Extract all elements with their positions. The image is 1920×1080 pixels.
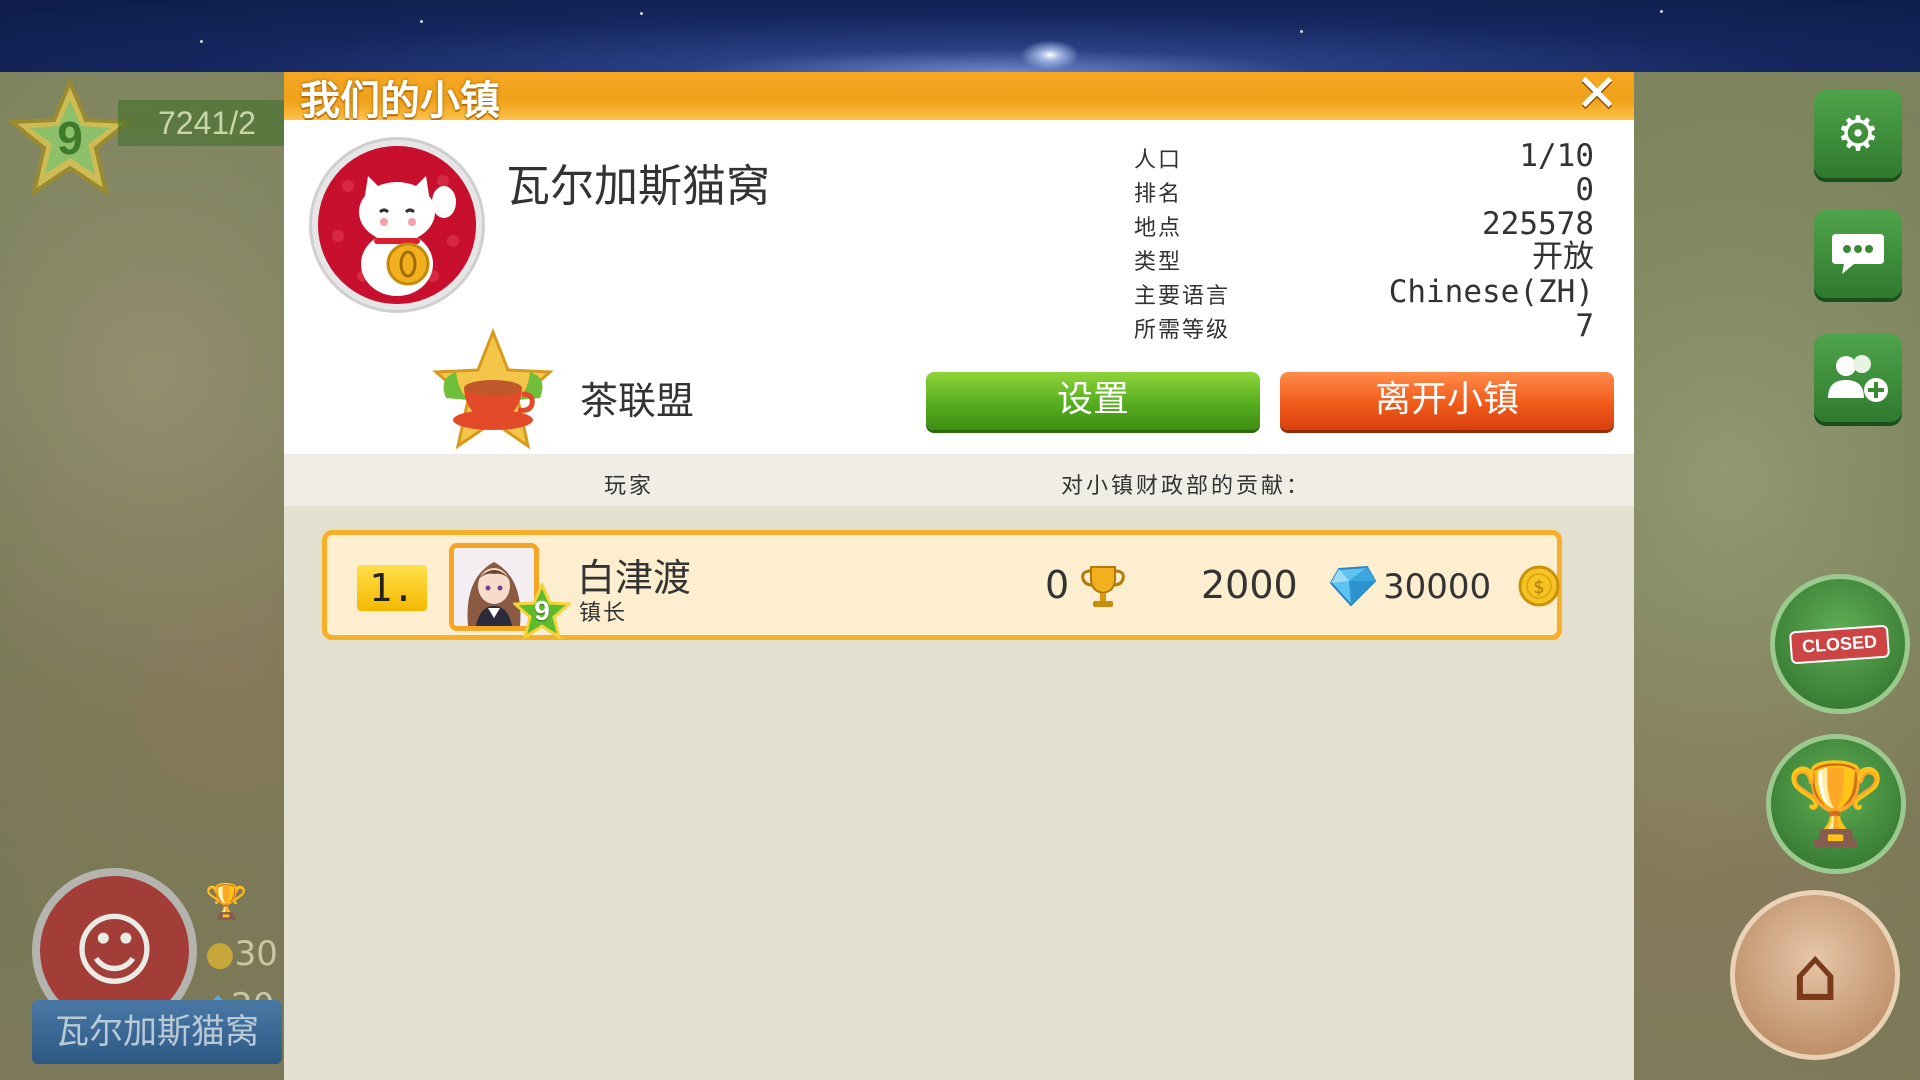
stat-row-type: 类型 开放 (1134, 239, 1604, 276)
town-stats-table: 人口 1/10 排名 0 地点 225578 类型 开放 主要语言 Chines… (1134, 138, 1604, 344)
league-badge (428, 327, 558, 458)
stat-value: 开放 (1532, 239, 1594, 275)
stat-row-population: 人口 1/10 (1134, 138, 1604, 174)
add-friend-icon (1828, 355, 1888, 402)
lucky-cat-icon (318, 146, 476, 304)
night-sky-banner (0, 0, 1920, 72)
member-trophies: 0 (1045, 563, 1070, 607)
stat-row-required-level: 所需等级 7 (1134, 308, 1604, 344)
player-level-badge[interactable]: 9 (8, 78, 132, 198)
member-role: 镇长 (579, 601, 628, 626)
closed-label: CLOSED (1789, 624, 1891, 664)
settings-button[interactable]: ⚙ (1814, 90, 1902, 178)
add-friend-button[interactable] (1814, 334, 1902, 422)
town-settings-button[interactable]: 设置 (926, 372, 1260, 430)
town-name: 瓦尔加斯猫窝 (506, 161, 770, 212)
stat-label: 主要语言 (1134, 284, 1231, 309)
leaderboard-button[interactable]: 🏆 (1766, 734, 1906, 874)
dialog-title: 我们的小镇 (300, 78, 500, 124)
trophy-icon (1081, 566, 1125, 607)
town-dialog: 我们的小镇 ✕ 瓦尔加斯猫窝 人口 1/10 排名 0 地点 225578 类型… (284, 68, 1634, 1080)
stat-label: 类型 (1134, 250, 1183, 275)
stat-value: 0 (1575, 172, 1594, 208)
chat-button[interactable] (1814, 210, 1902, 298)
stat-label: 地点 (1134, 216, 1183, 241)
member-row[interactable]: 1. 9 白津渡 镇长 0 2000 30000 $ (322, 530, 1562, 640)
column-player: 玩家 (604, 474, 655, 499)
coin-icon: $ (1518, 565, 1560, 607)
stat-value: 1/10 (1519, 138, 1594, 174)
stat-value: Chinese(ZH) (1388, 274, 1594, 310)
league-name: 茶联盟 (580, 379, 695, 423)
town-logo (312, 140, 482, 310)
player-level-value: 9 (57, 112, 83, 164)
members-column-header: 玩家 对小镇财政部的贡献： (284, 454, 1634, 506)
shop-building-icon: ⌂ (1791, 932, 1839, 1018)
member-level-badge: 9 (513, 583, 571, 639)
trophy-icon: 🏆 (205, 882, 248, 922)
chat-icon (1832, 234, 1884, 274)
xp-text: 7241/2 (158, 105, 256, 141)
stat-row-rank: 排名 0 (1134, 172, 1604, 208)
leave-town-button[interactable]: 离开小镇 (1280, 372, 1614, 430)
lucky-cat-icon: ☺ (72, 904, 157, 997)
stat-value: 7 (1575, 308, 1594, 344)
stat-label: 人口 (1134, 148, 1183, 173)
town-name-banner[interactable]: 瓦尔加斯猫窝 (32, 1000, 282, 1064)
gear-icon: ⚙ (1836, 106, 1880, 162)
member-coins: 30000 (1383, 567, 1492, 607)
stat-label: 排名 (1134, 182, 1183, 207)
tea-cup-icon (432, 327, 554, 450)
diamond-icon (1329, 565, 1377, 607)
stat-row-language: 主要语言 Chinese(ZH) (1134, 274, 1604, 310)
svg-text:$: $ (1533, 577, 1544, 598)
member-gems: 2000 (1201, 563, 1298, 607)
close-icon: ✕ (1575, 64, 1619, 124)
town-banner-label: 瓦尔加斯猫窝 (55, 1012, 259, 1052)
dialog-header: 我们的小镇 ✕ (284, 68, 1634, 124)
rank-badge: 1. (357, 565, 427, 611)
town-info-panel: 瓦尔加斯猫窝 人口 1/10 排名 0 地点 225578 类型 开放 主要语言… (284, 120, 1634, 454)
column-contribution: 对小镇财政部的贡献： (1061, 474, 1312, 499)
member-name: 白津渡 (577, 556, 692, 600)
town-stat-coins: 30 (234, 934, 278, 974)
close-button[interactable]: ✕ (1574, 68, 1620, 120)
member-level-value: 9 (534, 595, 550, 626)
trophy-icon: 🏆 (1786, 757, 1886, 850)
shop-button[interactable]: ⌂ (1730, 890, 1900, 1060)
stat-label: 所需等级 (1134, 318, 1231, 343)
fair-closed-button[interactable]: CLOSED (1770, 574, 1910, 714)
coin-icon: ● (205, 934, 235, 974)
